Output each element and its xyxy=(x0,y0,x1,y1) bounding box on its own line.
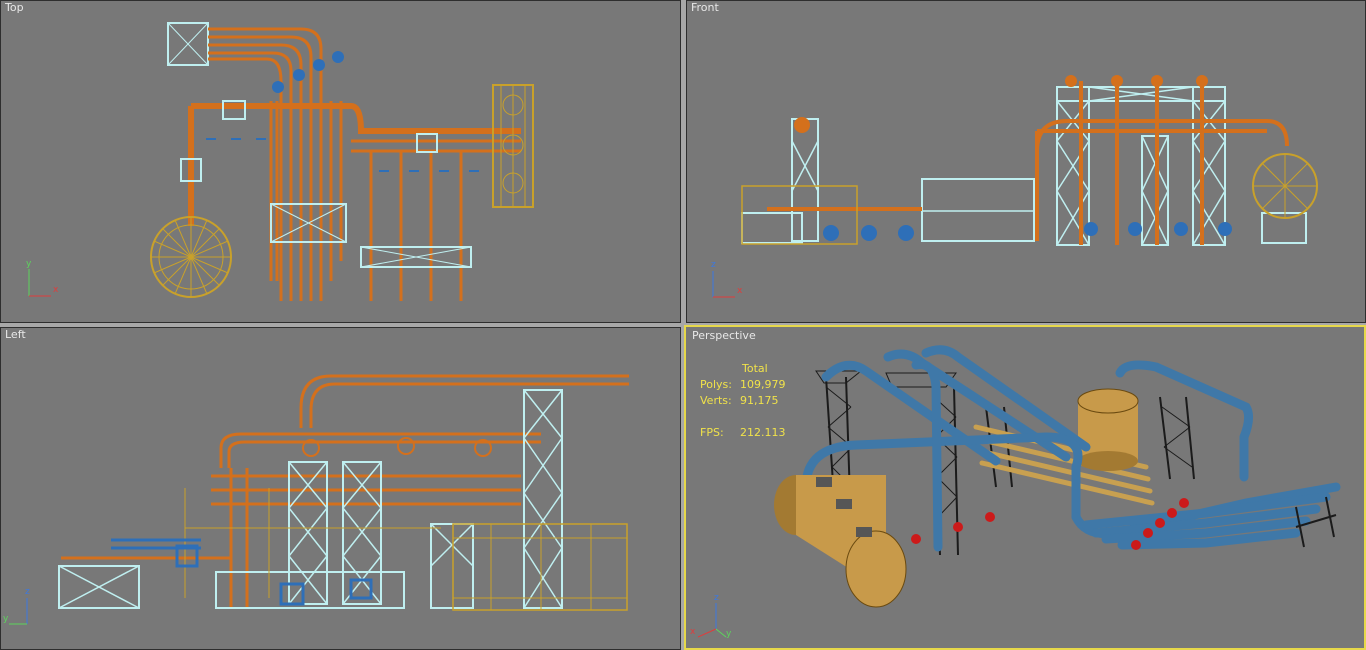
scene-statistics: Total Polys: 109,979 Verts: 91,175 FPS: 212… xyxy=(700,361,786,441)
viewport-label-perspective[interactable]: Perspective xyxy=(692,329,756,342)
viewport-label-top[interactable]: Top xyxy=(5,1,24,14)
stats-polys: Polys: 109,979 xyxy=(700,377,786,393)
axis-y-label-left: y xyxy=(3,614,9,624)
axis-x-label-persp: x xyxy=(690,627,696,637)
axis-y-label-top: y xyxy=(26,259,32,269)
axis-z-label-left: z xyxy=(25,587,30,597)
top-view-wireframe[interactable] xyxy=(1,1,681,323)
stats-fps: FPS: 212.113 xyxy=(700,425,786,441)
left-view-wireframe[interactable] xyxy=(1,328,681,650)
viewport-top[interactable]: Top y x xyxy=(0,0,681,323)
viewport-label-front[interactable]: Front xyxy=(691,1,719,14)
perspective-view-render[interactable] xyxy=(686,327,1366,650)
verts-label: Verts: xyxy=(700,394,732,407)
axis-y-label-persp: y xyxy=(726,629,732,639)
axis-z-label-front: z xyxy=(711,260,716,270)
polys-label: Polys: xyxy=(700,378,732,391)
polys-value: 109,979 xyxy=(740,378,786,391)
fps-value: 212.113 xyxy=(740,426,786,439)
fps-label: FPS: xyxy=(700,426,724,439)
viewport-label-left[interactable]: Left xyxy=(5,328,26,341)
stats-header: Total xyxy=(742,362,768,375)
axis-x-label-front: x xyxy=(737,286,743,296)
viewport-front[interactable]: Front z x xyxy=(686,0,1366,323)
viewport-left[interactable]: Left z y xyxy=(0,327,681,650)
viewport-perspective[interactable]: Perspective Total Polys: 109,979 Verts: 91… xyxy=(684,325,1366,650)
verts-value: 91,175 xyxy=(740,394,779,407)
front-view-wireframe[interactable] xyxy=(687,1,1366,323)
axis-x-label-top: x xyxy=(53,285,59,295)
stats-verts: Verts: 91,175 xyxy=(700,393,786,409)
axis-z-label-persp: z xyxy=(714,593,719,603)
